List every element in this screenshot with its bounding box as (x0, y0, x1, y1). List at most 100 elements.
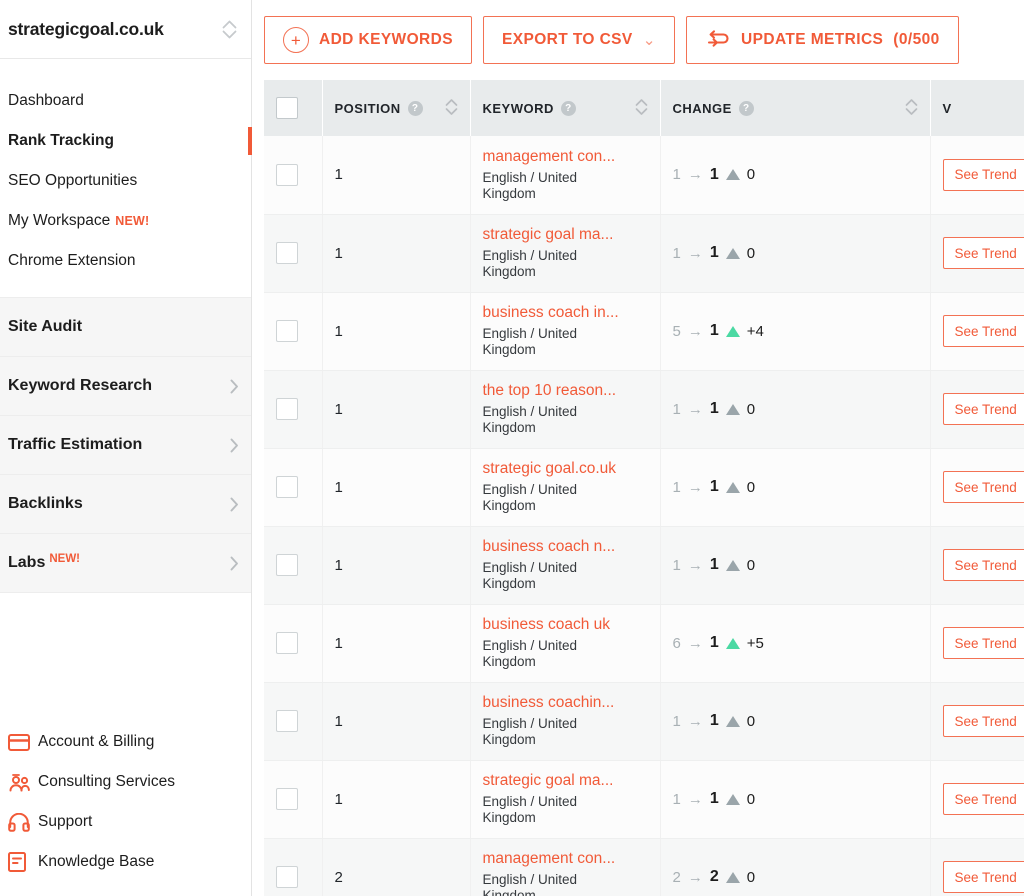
change-from: 1 (672, 790, 681, 808)
sidebar-item-chrome-extension[interactable]: Chrome Extension (0, 241, 251, 281)
see-trend-label: See Trend (954, 167, 1017, 183)
sidebar-item-support[interactable]: Support (8, 802, 251, 842)
sidebar-section-label: Keyword Research (8, 377, 153, 394)
row-checkbox[interactable] (276, 242, 298, 264)
keywords-table-container: POSITION ? KEYWORD ? CHANGE ? V 1 manage… (252, 80, 1024, 896)
help-icon[interactable]: ? (407, 100, 423, 116)
change-to: 1 (709, 400, 719, 417)
sidebar-item-consulting-services[interactable]: Consulting Services (8, 762, 251, 802)
sidebar-item-seo-opportunities[interactable]: SEO Opportunities (0, 161, 251, 201)
see-trend-button[interactable]: See Trend⌄ (942, 549, 1024, 581)
row-select-cell (264, 526, 323, 605)
row-checkbox[interactable] (276, 632, 298, 654)
position-value: 1 (334, 166, 343, 184)
keyword-link[interactable]: strategic goal ma... (483, 226, 648, 244)
site-selector[interactable]: strategicgoal.co.uk (0, 0, 251, 59)
help-icon[interactable]: ? (738, 100, 754, 116)
chevron-down-icon: ⌄ (642, 31, 657, 49)
see-trend-label: See Trend (954, 401, 1017, 417)
see-trend-button[interactable]: See Trend⌄ (942, 393, 1024, 425)
change-to: 1 (709, 322, 719, 339)
keyword-link[interactable]: business coachin... (483, 694, 648, 712)
sort-toggle-icon[interactable] (895, 97, 918, 120)
keyword-locale: English / United Kingdom (482, 559, 578, 591)
sort-toggle-icon[interactable] (625, 97, 648, 120)
see-trend-button[interactable]: See Trend⌄ (942, 861, 1024, 893)
row-checkbox[interactable] (276, 398, 298, 420)
sidebar-item-dashboard[interactable]: Dashboard (0, 81, 251, 121)
column-header-keyword[interactable]: KEYWORD ? (470, 80, 661, 136)
keyword-cell: business coach n... English / United King… (470, 526, 661, 605)
credit-card-icon (8, 733, 38, 751)
keyword-link[interactable]: strategic goal ma... (483, 772, 648, 790)
sidebar-item-account-billing[interactable]: Account & Billing (8, 722, 251, 762)
sidebar-item-backlinks[interactable]: Backlinks (0, 474, 251, 533)
sidebar-item-knowledge-base[interactable]: Knowledge Base (8, 842, 251, 882)
sidebar-item-labs[interactable]: Labs NEW! (0, 533, 251, 592)
table-row: 1 management con... English / United Kingd… (264, 136, 1024, 215)
arrow-right-icon: → (687, 634, 703, 652)
see-trend-button[interactable]: See Trend⌄ (942, 627, 1024, 659)
sidebar-item-rank-tracking[interactable]: Rank Tracking (0, 121, 252, 161)
see-trend-button[interactable]: See Trend⌄ (942, 471, 1024, 503)
column-header-change[interactable]: CHANGE ? (660, 80, 931, 136)
triangle-flat-icon (725, 247, 740, 259)
row-checkbox[interactable] (276, 866, 298, 888)
row-checkbox[interactable] (276, 163, 298, 186)
add-keywords-button[interactable]: + ADD KEYWORDS (264, 16, 472, 64)
select-all-checkbox[interactable] (276, 97, 298, 119)
row-checkbox[interactable] (276, 788, 298, 810)
see-trend-button[interactable]: See Trend⌄ (942, 237, 1024, 269)
keyword-link[interactable]: management con... (483, 850, 648, 868)
new-badge: NEW! (49, 553, 81, 565)
change-indicator: 1 → 1 0 (673, 556, 918, 574)
change-indicator: 1 → 1 0 (673, 790, 918, 808)
row-checkbox[interactable] (276, 320, 298, 342)
change-indicator: 2 → 2 0 (673, 868, 918, 886)
keyword-cell: strategic goal ma... English / United Kin… (470, 760, 661, 839)
change-from: 5 (672, 322, 681, 340)
sidebar-item-my-workspace[interactable]: My Workspace NEW! (0, 201, 251, 241)
row-select-cell (264, 370, 323, 449)
change-delta: 0 (746, 244, 756, 262)
keyword-cell: management con... English / United Kingdo… (470, 136, 661, 215)
updown-chevrons-icon[interactable] (222, 20, 237, 39)
row-select-cell (264, 136, 323, 215)
see-trend-button[interactable]: See Trend⌄ (942, 315, 1024, 347)
change-to: 1 (709, 244, 719, 261)
see-trend-button[interactable]: See Trend⌄ (942, 705, 1024, 737)
plus-circle-icon: + (283, 27, 309, 53)
export-to-csv-label: EXPORT TO CSV (501, 31, 633, 48)
keyword-link[interactable]: business coach in... (483, 304, 648, 322)
column-label: CHANGE (672, 100, 732, 116)
triangle-up-icon (725, 325, 740, 337)
column-header-volume[interactable]: V (930, 80, 1024, 136)
sidebar-item-keyword-research[interactable]: Keyword Research (0, 356, 251, 415)
row-checkbox[interactable] (276, 710, 298, 732)
position-cell: 1 (322, 214, 471, 293)
sidebar-item-site-audit[interactable]: Site Audit (0, 297, 251, 356)
position-value: 1 (334, 478, 343, 496)
table-row: 1 strategic goal ma... English / United Ki… (264, 214, 1024, 293)
see-trend-button[interactable]: See Trend⌄ (942, 158, 1024, 191)
keyword-link[interactable]: the top 10 reason... (483, 382, 648, 400)
change-cell: 2 → 2 0 (660, 838, 931, 896)
keyword-link[interactable]: business coach uk (483, 616, 648, 634)
see-trend-button[interactable]: See Trend⌄ (942, 783, 1024, 815)
export-to-csv-button[interactable]: EXPORT TO CSV ⌄ (482, 16, 676, 64)
sidebar-item-traffic-estimation[interactable]: Traffic Estimation (0, 415, 251, 474)
keyword-link[interactable]: strategic goal.co.uk (483, 460, 648, 478)
row-checkbox[interactable] (276, 554, 298, 576)
column-header-position[interactable]: POSITION ? (322, 80, 471, 136)
row-checkbox[interactable] (276, 476, 298, 498)
change-from: 1 (672, 556, 681, 574)
change-cell: 1 → 1 0 (660, 136, 931, 215)
keyword-link[interactable]: management con... (483, 148, 648, 166)
update-metrics-button[interactable]: UPDATE METRICS (0/500 (686, 16, 959, 64)
row-select-cell (264, 604, 323, 683)
change-cell: 1 → 1 0 (660, 214, 931, 293)
keyword-link[interactable]: business coach n... (483, 538, 648, 556)
change-indicator: 1 → 1 0 (673, 244, 918, 262)
sort-toggle-icon[interactable] (435, 97, 458, 120)
help-icon[interactable]: ? (560, 100, 576, 116)
